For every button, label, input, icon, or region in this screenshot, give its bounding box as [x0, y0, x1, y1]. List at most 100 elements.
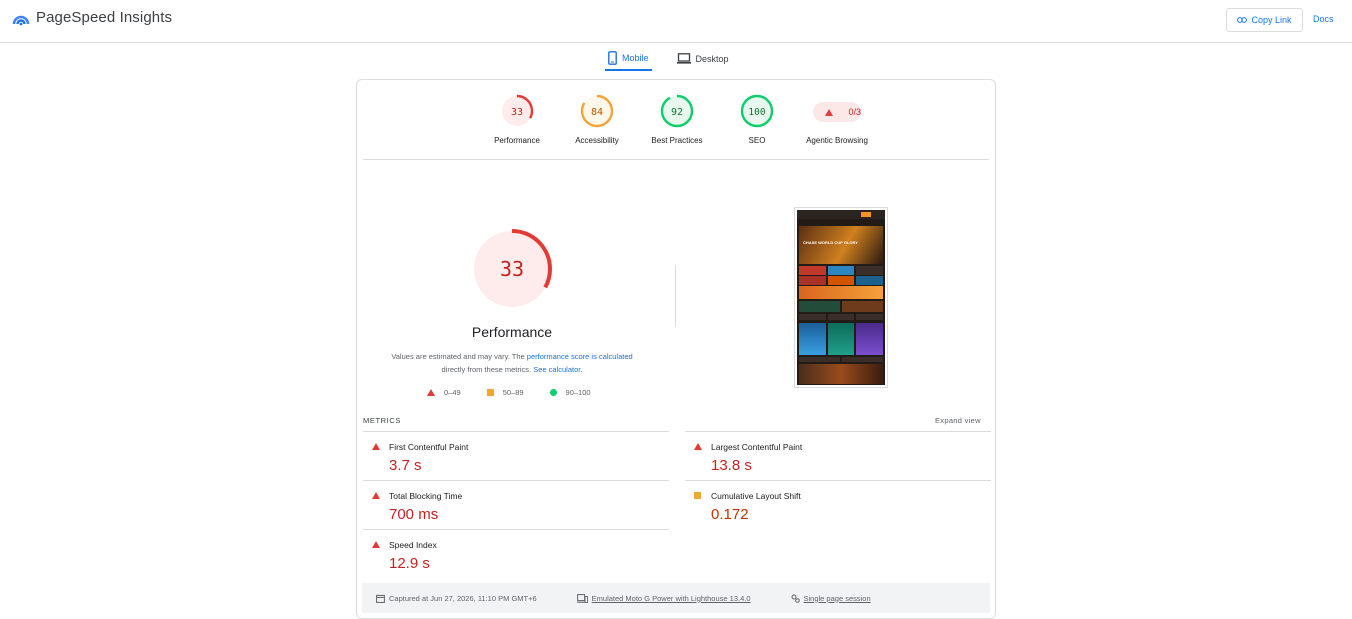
legend-label: 0–49	[444, 388, 461, 397]
fail-triangle-icon	[372, 492, 380, 499]
mobile-phone-icon	[608, 50, 617, 65]
gauge-agentic-browsing[interactable]: 0/3 Agentic Browsing	[797, 94, 877, 145]
score-legend: 0–49 50–89 90–100	[427, 388, 591, 397]
metric-total-blocking-time[interactable]: Total Blocking Time 700 ms	[363, 480, 669, 529]
app-title: PageSpeed Insights	[36, 9, 173, 26]
tab-mobile[interactable]: Mobile	[605, 46, 652, 71]
legend-item-average: 50–89	[486, 388, 524, 397]
average-square-icon	[694, 492, 701, 499]
metric-name: Cumulative Layout Shift	[711, 491, 801, 501]
metric-name: Speed Index	[389, 540, 437, 550]
top-header: PageSpeed Insights Copy Link Docs	[0, 0, 1352, 43]
performance-gauge: 33	[472, 229, 552, 309]
preview-row	[799, 357, 883, 362]
tab-mobile-label: Mobile	[622, 52, 649, 63]
legend-label: 90–100	[565, 388, 591, 397]
link-icon	[1237, 17, 1248, 23]
preview-row	[799, 266, 884, 275]
preview-tiles	[799, 323, 884, 355]
docs-link[interactable]: Docs	[1313, 14, 1334, 24]
metric-speed-index[interactable]: Speed Index 12.9 s	[363, 529, 669, 578]
device-info[interactable]: Emulated Moto G Power with Lighthouse 13…	[576, 593, 751, 603]
page-screenshot-preview[interactable]: CHASE WORLD CUP GLORY	[794, 207, 888, 388]
metric-name: Total Blocking Time	[389, 491, 463, 501]
metric-name: Largest Contentful Paint	[711, 442, 803, 452]
performance-note: Values are estimated and may vary. The p…	[377, 350, 647, 376]
agentic-score-pill: 0/3	[813, 102, 861, 122]
agentic-score: 0/3	[848, 107, 861, 117]
score-gauges: 33 Performance 84 Accessibility 92 Best …	[357, 94, 995, 154]
preview-row	[799, 314, 884, 320]
gauge-label: Best Practices	[651, 136, 703, 145]
metric-value: 12.9 s	[389, 555, 430, 572]
performance-score-link[interactable]: performance score is calculated	[527, 352, 633, 361]
expand-view-button[interactable]: Expand view	[935, 416, 981, 425]
fail-triangle-icon	[372, 443, 380, 450]
note-text: directly from these metrics.	[441, 365, 534, 374]
note-text: Values are estimated and may vary. The	[391, 352, 527, 361]
legend-item-pass: 90–100	[549, 388, 591, 397]
score-ring: 84	[580, 94, 614, 128]
score-ring: 92	[660, 94, 694, 128]
phone-screen: CHASE WORLD CUP GLORY	[797, 210, 885, 385]
legend-label: 50–89	[502, 388, 524, 397]
gauge-accessibility[interactable]: 84 Accessibility	[557, 94, 637, 145]
gauge-score: 84	[591, 107, 603, 118]
preview-row	[799, 301, 883, 312]
session-icon	[791, 594, 800, 603]
preview-promo	[799, 286, 883, 299]
run-info-bar: Captured at Jun 27, 2026, 11:10 PM GMT+6…	[362, 583, 990, 613]
pagespeed-logo-icon	[12, 15, 30, 25]
session-info[interactable]: Single page session	[791, 594, 871, 603]
performance-title: Performance	[471, 324, 553, 340]
preview-hero-banner: CHASE WORLD CUP GLORY	[799, 226, 883, 264]
metric-cumulative-layout-shift[interactable]: Cumulative Layout Shift 0.172	[685, 480, 991, 529]
copy-link-button[interactable]: Copy Link	[1226, 8, 1303, 32]
see-calculator-link[interactable]: See calculator	[533, 365, 580, 374]
preview-row	[799, 276, 884, 285]
laptop-icon	[676, 53, 691, 64]
session-text: Single page session	[803, 593, 871, 603]
metric-first-contentful-paint[interactable]: First Contentful Paint 3.7 s	[363, 431, 669, 480]
metric-value: 700 ms	[389, 506, 439, 523]
captured-text: Captured at Jun 27, 2026, 11:10 PM GMT+6	[389, 593, 537, 603]
gauge-score: 92	[671, 107, 683, 118]
legend-item-fail: 0–49	[427, 388, 461, 397]
gauge-label: Agentic Browsing	[806, 136, 868, 145]
gauge-seo[interactable]: 100 SEO	[717, 94, 797, 145]
preview-topbar	[797, 210, 885, 219]
captured-info: Captured at Jun 27, 2026, 11:10 PM GMT+6	[376, 594, 537, 603]
preview-button	[861, 212, 871, 217]
metric-value: 3.7 s	[389, 457, 422, 474]
tab-desktop[interactable]: Desktop	[674, 46, 732, 71]
score-ring: 33	[500, 94, 534, 128]
circle-icon	[549, 389, 557, 396]
fail-triangle-icon	[824, 108, 833, 116]
triangle-icon	[427, 389, 435, 396]
gauge-score: 100	[748, 107, 765, 118]
preview-bottom	[799, 364, 883, 384]
brand[interactable]: PageSpeed Insights	[12, 9, 172, 26]
square-icon	[486, 389, 494, 396]
metric-value: 0.172	[711, 506, 749, 523]
gauge-label: SEO	[748, 136, 766, 145]
gauge-label: Accessibility	[575, 136, 619, 145]
fail-triangle-icon	[372, 541, 380, 548]
divider	[363, 159, 989, 160]
tab-desktop-label: Desktop	[695, 53, 729, 64]
gauge-best-practices[interactable]: 92 Best Practices	[637, 94, 717, 145]
device-tabs: Mobile Desktop	[605, 46, 732, 71]
metric-largest-contentful-paint[interactable]: Largest Contentful Paint 13.8 s	[685, 431, 991, 480]
score-ring: 100	[740, 94, 774, 128]
device-icon	[576, 593, 588, 603]
preview-hero-text: CHASE WORLD CUP GLORY	[803, 240, 858, 245]
section-divider	[675, 265, 676, 327]
report-card: 33 Performance 84 Accessibility 92 Best …	[356, 79, 996, 619]
note-text: .	[580, 365, 583, 374]
metric-value: 13.8 s	[711, 457, 752, 474]
calendar-icon	[376, 594, 385, 603]
metric-name: First Contentful Paint	[389, 442, 469, 452]
gauge-score: 33	[511, 107, 523, 118]
device-text: Emulated Moto G Power with Lighthouse 13…	[591, 593, 751, 603]
gauge-performance[interactable]: 33 Performance	[477, 94, 557, 145]
